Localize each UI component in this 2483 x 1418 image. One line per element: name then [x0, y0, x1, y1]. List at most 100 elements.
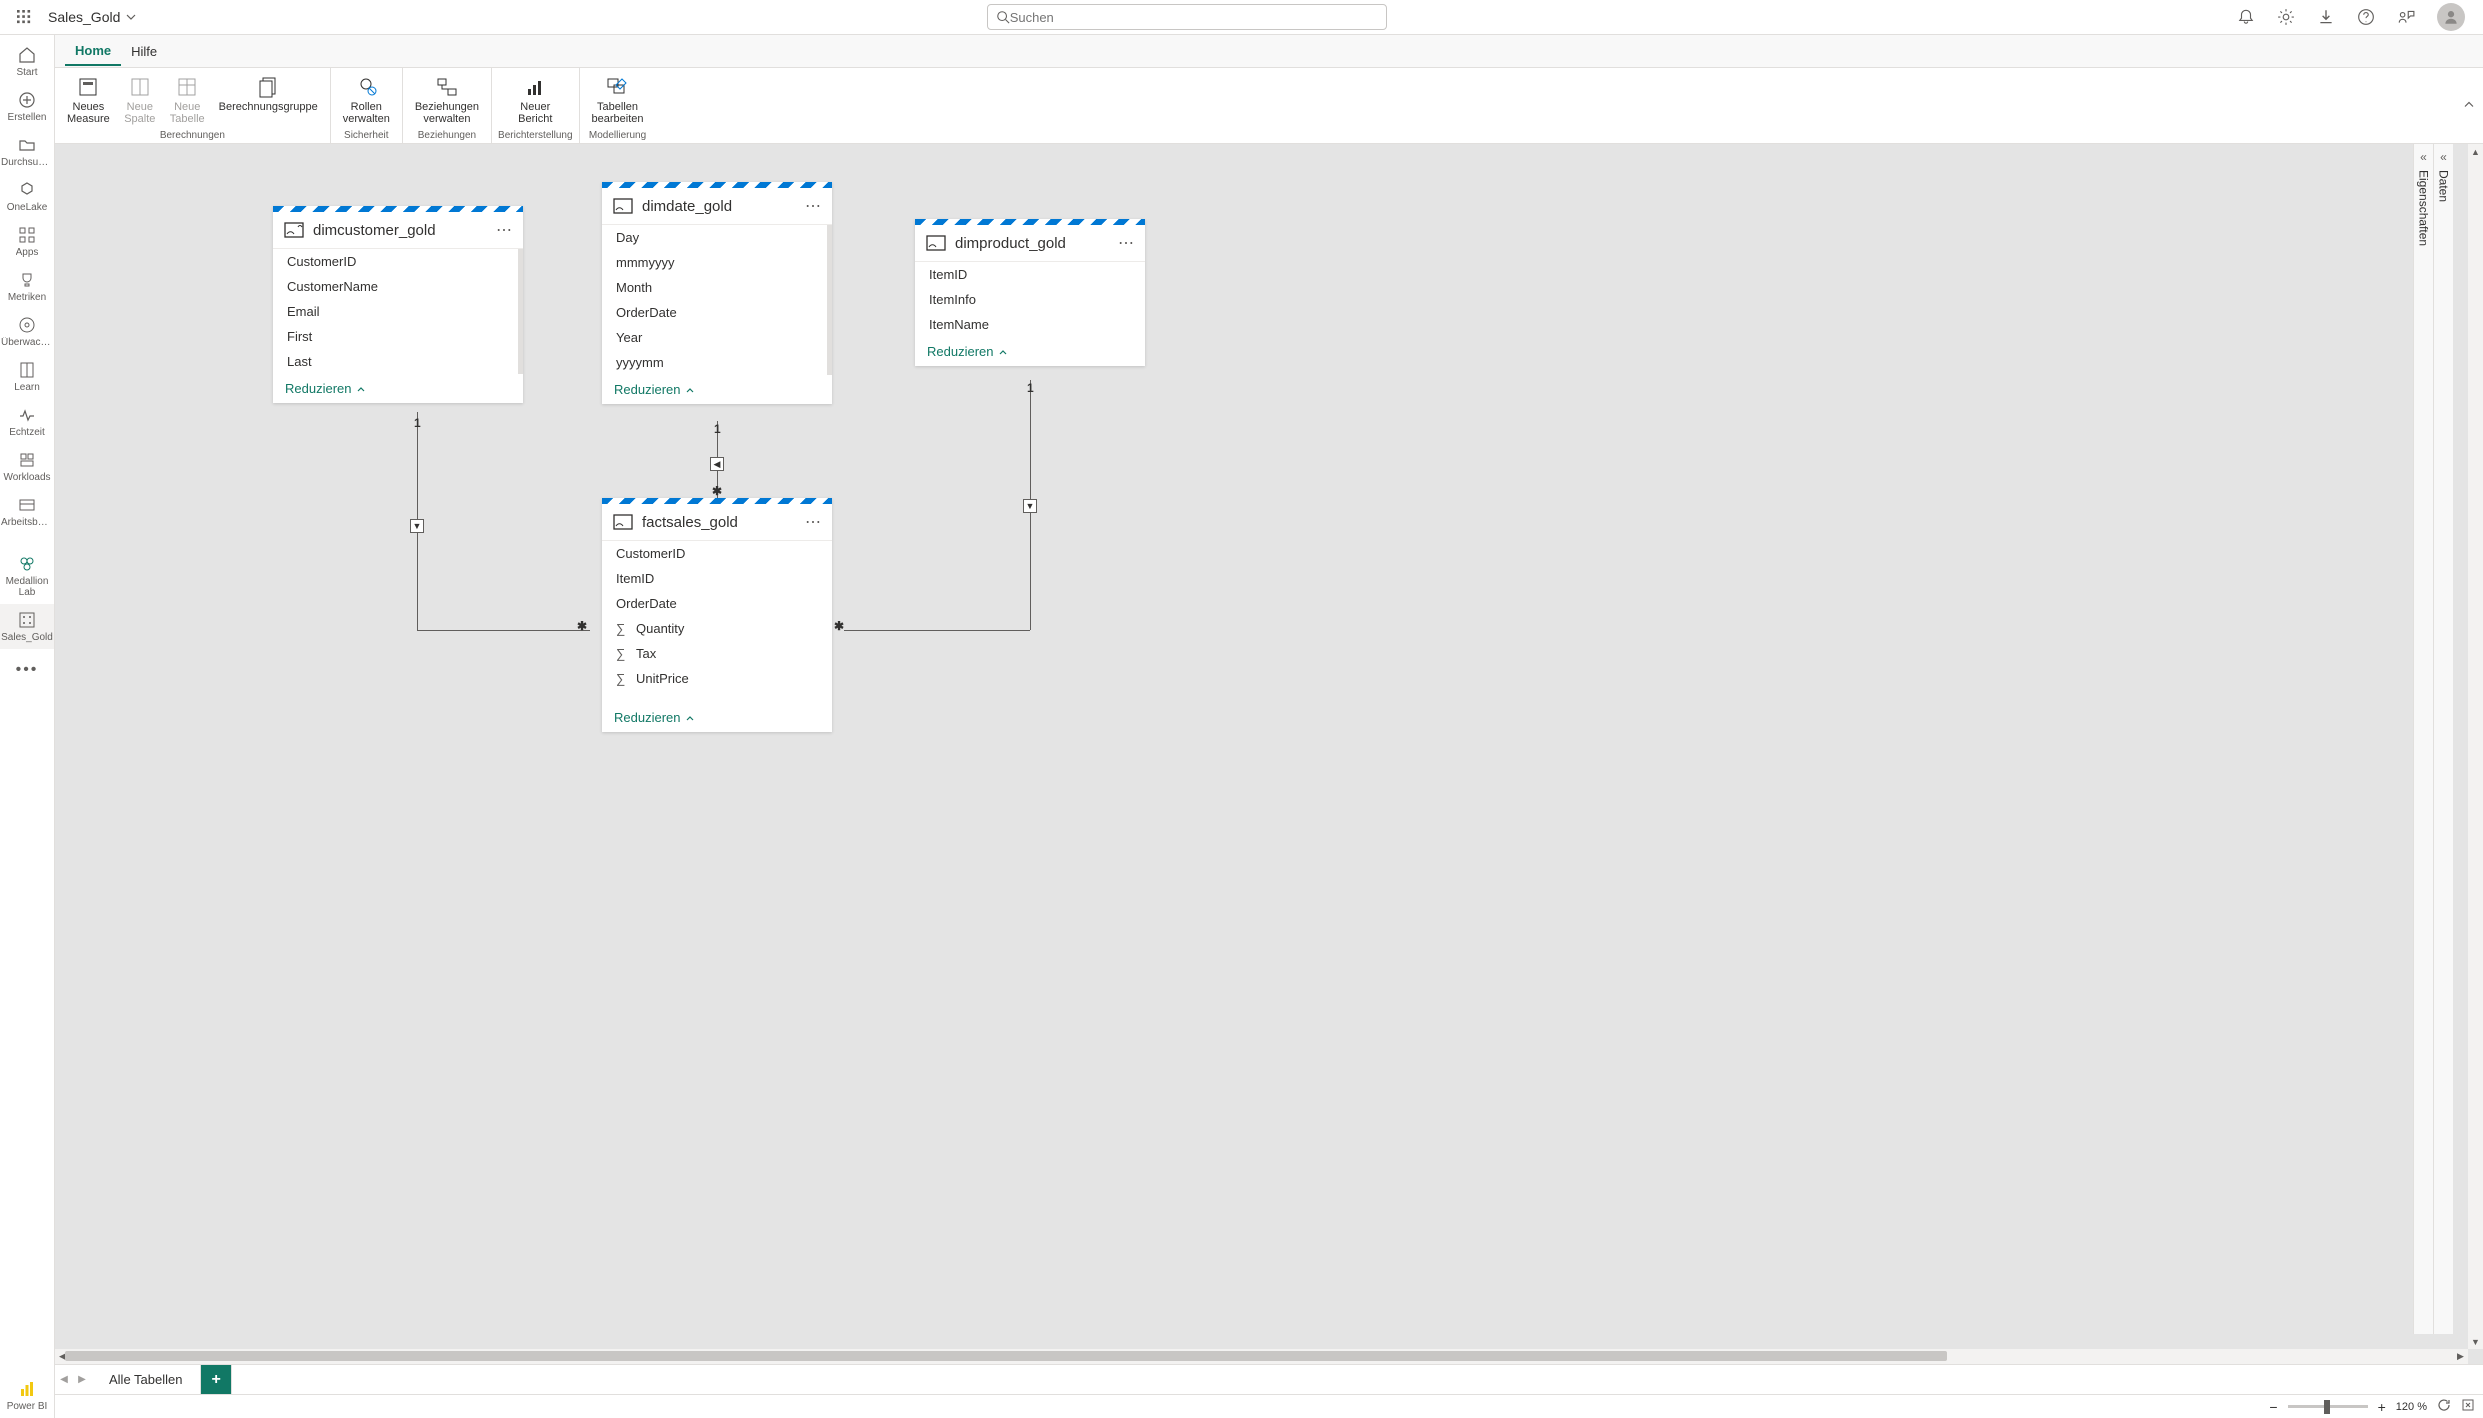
rail-realtime[interactable]: Echtzeit: [0, 399, 55, 444]
gear-icon: [2277, 8, 2295, 26]
field-orderdate[interactable]: OrderDate: [602, 300, 827, 325]
relationship-direction-icon[interactable]: ◀: [710, 457, 724, 471]
card-more-button[interactable]: ⋯: [805, 512, 822, 532]
edit-tables-button[interactable]: Tabellen bearbeiten: [586, 72, 650, 128]
field-itemid[interactable]: ItemID: [915, 262, 1145, 287]
field-customerid[interactable]: CustomerID: [273, 249, 518, 274]
table-icon: [612, 195, 634, 217]
relationship-line: [417, 630, 590, 631]
roles-icon: [352, 75, 380, 99]
zoom-in-button[interactable]: +: [2378, 1399, 2386, 1415]
scroll-down-button[interactable]: ▼: [2468, 1334, 2483, 1349]
field-customername[interactable]: CustomerName: [273, 274, 518, 299]
table-card-dimcustomer[interactable]: dimcustomer_gold ⋯ CustomerID CustomerNa…: [273, 206, 523, 403]
horizontal-scrollbar[interactable]: ◀▶: [55, 1349, 2468, 1364]
field-itemname[interactable]: ItemName: [915, 312, 1145, 337]
new-report-button[interactable]: Neuer Bericht: [512, 72, 558, 128]
add-diagram-tab-button[interactable]: +: [201, 1365, 231, 1395]
account-avatar[interactable]: [2437, 3, 2465, 31]
collapse-ribbon-button[interactable]: [2463, 98, 2475, 113]
field-customerid[interactable]: CustomerID: [602, 541, 832, 566]
field-last[interactable]: Last: [273, 349, 518, 374]
field-email[interactable]: Email: [273, 299, 518, 324]
search-input[interactable]: [1010, 10, 1378, 25]
rail-create[interactable]: Erstellen: [0, 84, 55, 129]
data-pane-toggle[interactable]: «Daten: [2433, 144, 2453, 1334]
manage-relationships-button[interactable]: Beziehungen verwalten: [409, 72, 485, 128]
field-iteminfo[interactable]: ItemInfo: [915, 287, 1145, 312]
reset-zoom-button[interactable]: [2437, 1398, 2451, 1415]
field-day[interactable]: Day: [602, 225, 827, 250]
menu-tabs: Home Hilfe: [55, 35, 2483, 67]
settings-button[interactable]: [2277, 8, 2295, 26]
diagram-tab-all-tables[interactable]: Alle Tabellen: [91, 1365, 201, 1395]
field-orderdate[interactable]: OrderDate: [602, 591, 832, 616]
table-card-dimdate[interactable]: dimdate_gold ⋯ Day mmmyyyy Month OrderDa…: [602, 182, 832, 404]
document-title-dropdown[interactable]: Sales_Gold: [48, 9, 136, 25]
zoom-slider[interactable]: [2288, 1405, 2368, 1408]
field-quantity[interactable]: ∑Quantity: [602, 616, 832, 641]
waffle-icon: [17, 10, 31, 24]
field-mmmyyyy[interactable]: mmmyyyy: [602, 250, 827, 275]
scroll-up-button[interactable]: ▲: [2468, 144, 2483, 159]
card-more-button[interactable]: ⋯: [496, 220, 513, 240]
tab-prev-button[interactable]: ◀: [55, 1365, 73, 1395]
collapse-card-button[interactable]: Reduzieren: [602, 703, 832, 732]
rail-medallion-lab[interactable]: Medallion Lab: [0, 548, 55, 604]
table-icon: [925, 232, 947, 254]
collapse-card-button[interactable]: Reduzieren: [602, 375, 832, 404]
new-measure-button[interactable]: Neues Measure: [61, 72, 116, 128]
relationship-direction-icon[interactable]: ▼: [1023, 499, 1037, 513]
table-card-dimproduct[interactable]: dimproduct_gold ⋯ ItemID ItemInfo ItemNa…: [915, 219, 1145, 366]
rail-monitor[interactable]: Überwachung: [0, 309, 55, 354]
zoom-thumb[interactable]: [2324, 1400, 2330, 1414]
chevron-up-icon: [998, 347, 1008, 357]
rail-browse[interactable]: Durchsuchen: [0, 129, 55, 174]
collapse-card-button[interactable]: Reduzieren: [273, 374, 523, 403]
rail-more[interactable]: •••: [0, 653, 55, 685]
manage-roles-button[interactable]: Rollen verwalten: [337, 72, 396, 128]
model-canvas[interactable]: ▼ 1 ✱ ◀ 1 ✱ ▼ 1 ✱ dimcustomer_gold ⋯: [55, 144, 2468, 1349]
vertical-scrollbar[interactable]: ▲▼: [2468, 144, 2483, 1349]
app-launcher[interactable]: [0, 0, 48, 35]
zoom-out-button[interactable]: −: [2269, 1399, 2277, 1415]
collapse-card-button[interactable]: Reduzieren: [915, 337, 1145, 366]
feedback-button[interactable]: [2397, 8, 2415, 26]
tab-home[interactable]: Home: [65, 37, 121, 66]
scroll-right-button[interactable]: ▶: [2453, 1349, 2468, 1364]
rail-learn[interactable]: Learn: [0, 354, 55, 399]
report-icon: [521, 75, 549, 99]
rail-sales-gold[interactable]: Sales_Gold: [0, 604, 55, 649]
fit-to-screen-button[interactable]: [2461, 1398, 2475, 1415]
scrollbar-thumb[interactable]: [65, 1351, 1947, 1361]
measure-icon: [74, 75, 102, 99]
rail-home[interactable]: Start: [0, 39, 55, 84]
cardinality-one: 1: [414, 416, 421, 430]
rail-metrics[interactable]: Metriken: [0, 264, 55, 309]
tab-help[interactable]: Hilfe: [121, 38, 167, 65]
properties-pane-toggle[interactable]: «Eigenschaften: [2413, 144, 2433, 1334]
field-month[interactable]: Month: [602, 275, 827, 300]
help-button[interactable]: [2357, 8, 2375, 26]
field-yyyymm[interactable]: yyyymm: [602, 350, 827, 375]
download-button[interactable]: [2317, 8, 2335, 26]
rail-onelake[interactable]: OneLake: [0, 174, 55, 219]
calc-group-button[interactable]: Berechnungsgruppe: [213, 72, 324, 128]
field-first[interactable]: First: [273, 324, 518, 349]
chevron-up-icon: [2463, 98, 2475, 110]
relationship-direction-icon[interactable]: ▼: [410, 519, 424, 533]
rail-workloads[interactable]: Workloads: [0, 444, 55, 489]
rail-apps[interactable]: Apps: [0, 219, 55, 264]
rail-powerbi[interactable]: Power BI: [0, 1373, 55, 1418]
tab-next-button[interactable]: ▶: [73, 1365, 91, 1395]
notifications-button[interactable]: [2237, 8, 2255, 26]
field-tax[interactable]: ∑Tax: [602, 641, 832, 666]
field-year[interactable]: Year: [602, 325, 827, 350]
card-more-button[interactable]: ⋯: [805, 196, 822, 216]
field-itemid[interactable]: ItemID: [602, 566, 832, 591]
rail-workspaces[interactable]: Arbeitsberei…: [0, 489, 55, 534]
search-box[interactable]: [987, 4, 1387, 30]
field-unitprice[interactable]: ∑UnitPrice: [602, 666, 832, 691]
table-card-factsales[interactable]: factsales_gold ⋯ CustomerID ItemID Order…: [602, 498, 832, 732]
card-more-button[interactable]: ⋯: [1118, 233, 1135, 253]
